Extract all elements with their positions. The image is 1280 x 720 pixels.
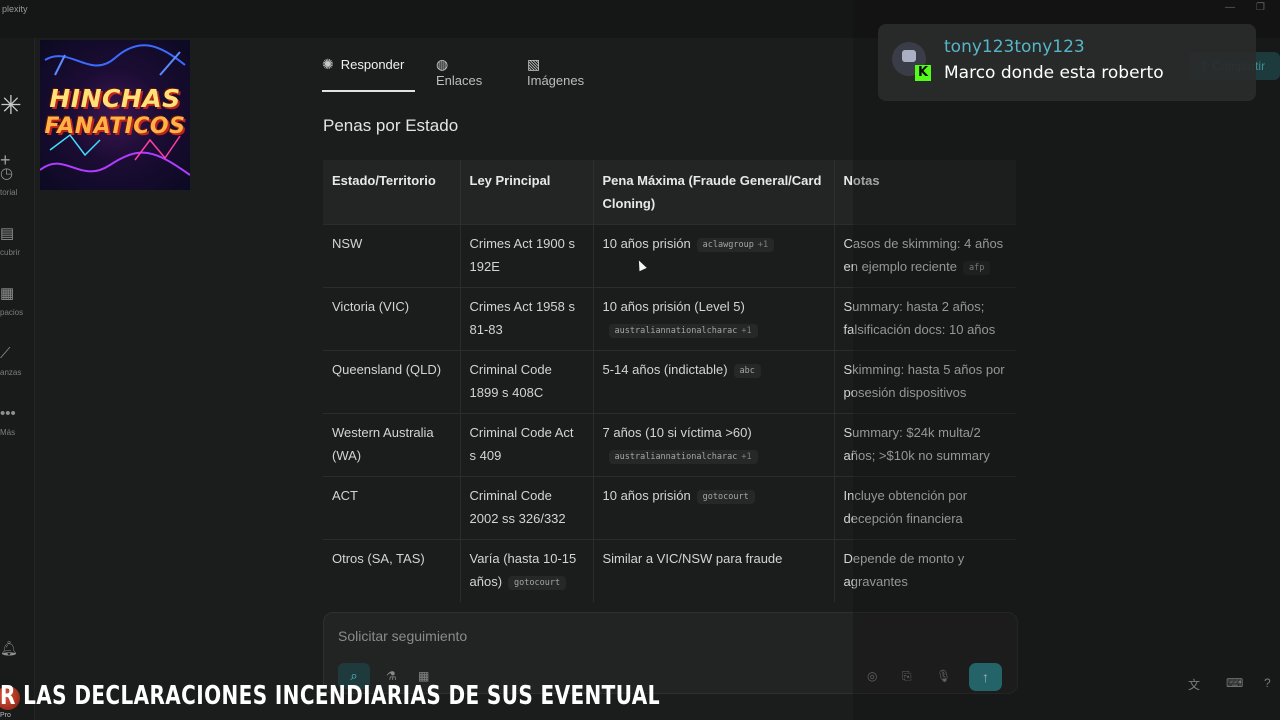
table-cell: Varía (hasta 10-15 años) gotocourt bbox=[460, 539, 594, 602]
discover-icon: ▤ bbox=[0, 225, 15, 242]
table-cell: NSW bbox=[323, 224, 461, 288]
table-cell: Victoria (VIC) bbox=[323, 287, 461, 351]
sidebar-item-label: cubrir bbox=[0, 248, 21, 257]
citation-source: gotocourt bbox=[702, 491, 749, 502]
table-cell: Crimes Act 1958 s 81-83 bbox=[460, 287, 594, 351]
sidebar-item-spaces[interactable]: ▦ pacios bbox=[0, 285, 34, 318]
history-icon: ◷ bbox=[0, 165, 14, 182]
more-icon: ••• bbox=[0, 405, 16, 422]
cell-text: ACT bbox=[332, 488, 358, 503]
table-cell: Criminal Code 1899 s 408C bbox=[460, 350, 594, 414]
table-cell: Criminal Code Act s 409 bbox=[460, 413, 594, 477]
tab-label: Imágenes bbox=[527, 73, 585, 88]
perplexity-logo-icon[interactable]: ✳ bbox=[0, 90, 22, 121]
translate-icon[interactable]: 文 bbox=[1188, 676, 1200, 693]
cell-text: Criminal Code 2002 ss 326/332 bbox=[469, 488, 566, 526]
tab-label: Enlaces bbox=[436, 73, 483, 88]
chat-message: Marco donde esta roberto bbox=[944, 63, 1164, 83]
table-cell: ACT bbox=[323, 476, 461, 540]
citation-source: aclawgroup bbox=[702, 239, 754, 250]
citation-source: australiannationalcharac bbox=[614, 451, 738, 462]
spaces-icon: ▦ bbox=[0, 285, 15, 302]
globe-icon: ◍ bbox=[436, 56, 449, 72]
citation-source: gotocourt bbox=[514, 577, 561, 588]
citation-more-count: +1 bbox=[741, 325, 752, 336]
citation-chip[interactable]: australiannationalcharac +1 bbox=[608, 449, 758, 464]
column-header: Estado/Territorio bbox=[323, 160, 461, 225]
sidebar-item-finance[interactable]: ⟋ anzas bbox=[0, 345, 34, 378]
follow-up-input[interactable]: Solicitar seguimiento bbox=[338, 628, 467, 644]
tab-label: Responder bbox=[340, 57, 405, 72]
table-cell: Queensland (QLD) bbox=[323, 350, 461, 414]
section-title: Penas por Estado bbox=[323, 116, 459, 135]
tab-imagenes[interactable]: ▧Imágenes bbox=[527, 56, 584, 90]
citation-chip[interactable]: australiannationalcharac +1 bbox=[608, 323, 758, 338]
table-cell: Criminal Code 2002 ss 326/332 bbox=[460, 476, 594, 540]
table-cell: Similar a VIC/NSW para fraude bbox=[593, 539, 835, 602]
cell-text: 10 años prisión bbox=[602, 488, 691, 503]
cell-text: Crimes Act 1958 s 81-83 bbox=[469, 299, 576, 337]
cell-text: Victoria (VIC) bbox=[332, 299, 410, 314]
cell-text: 5-14 años (indictable) bbox=[602, 362, 728, 377]
chat-username: tony123tony123 bbox=[944, 37, 1085, 57]
citation-chip[interactable]: abc bbox=[733, 363, 761, 378]
column-header: Ley Principal bbox=[460, 160, 594, 225]
cell-text: 7 años (10 si víctima >60) bbox=[602, 425, 752, 440]
left-sidebar: ✳ + ◷ torial ▤ cubrir ▦ pacios ⟋ anzas ••• Más 🔔︎… bbox=[0, 38, 35, 720]
citation-chip[interactable]: gotocourt bbox=[696, 489, 755, 504]
cell-text: 10 años prisión bbox=[602, 236, 691, 251]
kick-logo-icon: K bbox=[915, 65, 931, 81]
cell-text: Crimes Act 1900 s 192E bbox=[469, 236, 576, 274]
table-cell: Western Australia (WA) bbox=[323, 413, 461, 477]
citation-source: abc bbox=[739, 365, 755, 376]
table-cell: 7 años (10 si víctima >60) australiannati… bbox=[593, 413, 835, 477]
table-cell: Crimes Act 1900 s 192E bbox=[460, 224, 594, 288]
help-icon[interactable]: ? bbox=[1264, 676, 1271, 690]
cell-text: Queensland (QLD) bbox=[332, 362, 442, 377]
logo-line-2: FANATICOS bbox=[44, 114, 186, 139]
notifications-bell-icon[interactable]: 🔔︎ bbox=[0, 640, 18, 657]
column-header: Pena Máxima (Fraude General/Card Cloning… bbox=[593, 160, 835, 225]
sidebar-item-more[interactable]: ••• Más bbox=[0, 405, 34, 438]
table-cell: 10 años prisión gotocourt bbox=[593, 476, 835, 540]
chat-notification: K tony123tony123 Marco donde esta robert… bbox=[878, 24, 1256, 101]
citation-source: australiannationalcharac bbox=[614, 325, 738, 336]
sidebar-item-discover[interactable]: ▤ cubrir bbox=[0, 225, 34, 258]
sidebar-item-history[interactable]: ◷ torial bbox=[0, 165, 34, 198]
citation-chip[interactable]: aclawgroup +1 bbox=[696, 237, 775, 252]
citation-chip[interactable]: gotocourt bbox=[508, 575, 567, 590]
table-cell: 5-14 años (indictable) abc bbox=[593, 350, 835, 414]
answer-icon: ✺ bbox=[322, 56, 334, 72]
table-cell: 10 años prisión (Level 5) australiannatio… bbox=[593, 287, 835, 351]
image-icon: ▧ bbox=[527, 56, 541, 72]
app-title: plexity bbox=[2, 4, 28, 14]
sidebar-item-label: Más bbox=[0, 428, 16, 437]
sidebar-item-label: anzas bbox=[0, 368, 22, 377]
cell-text: Otros (SA, TAS) bbox=[332, 551, 425, 566]
cell-text: NSW bbox=[332, 236, 363, 251]
citation-more-count: +1 bbox=[741, 451, 752, 462]
cell-text: Criminal Code 1899 s 408C bbox=[469, 362, 552, 400]
dimmed-overlay bbox=[853, 0, 1280, 720]
sidebar-item-label: torial bbox=[0, 188, 18, 197]
cell-text: Criminal Code Act s 409 bbox=[469, 425, 574, 463]
citation-more-count: +1 bbox=[757, 239, 769, 250]
sidebar-item-label: pacios bbox=[0, 308, 24, 317]
finance-icon: ⟋ bbox=[0, 345, 11, 362]
cell-text: Similar a VIC/NSW para fraude bbox=[602, 551, 783, 566]
news-ticker: R LAS DECLARACIONES INCENDIARIAS DE SUS … bbox=[0, 681, 659, 711]
hinchas-fanaticos-logo: HINCHAS FANATICOS bbox=[40, 40, 190, 190]
keyboard-icon[interactable]: ⌨ bbox=[1226, 676, 1243, 690]
tab-enlaces[interactable]: ◍Enlaces bbox=[436, 56, 482, 90]
cell-text: Western Australia (WA) bbox=[332, 425, 434, 463]
logo-line-1: HINCHAS bbox=[49, 84, 181, 113]
tab-responder[interactable]: ✺ Responder bbox=[322, 56, 415, 92]
table-cell: Otros (SA, TAS) bbox=[323, 539, 461, 602]
cell-text: 10 años prisión (Level 5) bbox=[602, 299, 745, 314]
table-cell: 10 años prisión aclawgroup +1 bbox=[593, 224, 835, 288]
